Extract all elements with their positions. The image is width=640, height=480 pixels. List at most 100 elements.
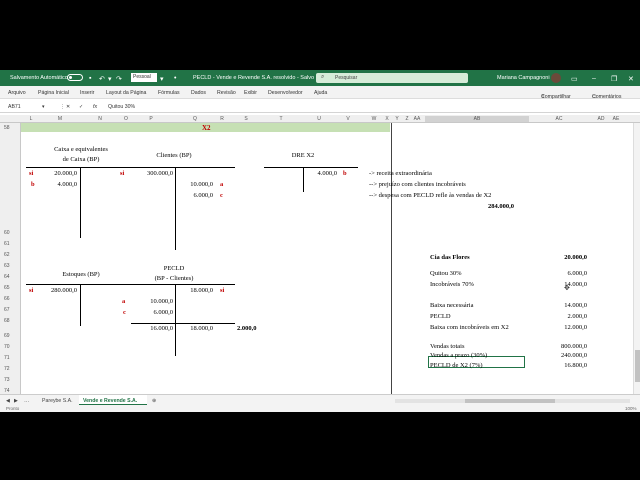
row-header[interactable]: 73 <box>4 377 10 383</box>
row-headers: 58 60 61 62 63 64 65 66 67 68 69 70 71 7… <box>0 123 21 401</box>
pecld-c-value: 6.000,0 <box>153 309 174 316</box>
tab-inserir[interactable]: Inserir <box>80 90 94 96</box>
row-header[interactable]: 61 <box>4 241 10 247</box>
column-header[interactable]: Q <box>190 116 200 122</box>
row-header[interactable]: 66 <box>4 296 10 302</box>
column-header[interactable]: W <box>369 116 379 122</box>
row-header[interactable]: 63 <box>4 263 10 269</box>
save-icon[interactable]: ▪ <box>89 75 91 82</box>
spreadsheet-grid[interactable]: X2 Caixa e equivalentes de Caixa (BP) si… <box>21 123 633 401</box>
tab-prev-icon[interactable]: ◀ <box>6 398 10 404</box>
fx-icon[interactable]: fx <box>93 104 97 110</box>
tab-layout[interactable]: Layout da Página <box>106 90 146 96</box>
user-name[interactable]: Mariana Campagnoni <box>497 75 550 81</box>
search-box[interactable]: ⌕ Pesquisar <box>316 73 468 83</box>
add-sheet-icon[interactable]: ⊕ <box>152 398 156 404</box>
undo-icon[interactable]: ↶ <box>99 75 105 83</box>
row-header[interactable]: 71 <box>4 355 10 361</box>
pecld-t-stem <box>175 284 176 356</box>
note-receita: -> receita extraordinária <box>369 170 432 177</box>
column-header[interactable]: V <box>343 116 353 122</box>
row-header[interactable]: 60 <box>4 230 10 236</box>
tab-revisao[interactable]: Revisão <box>217 90 236 96</box>
row-header[interactable]: 70 <box>4 344 10 350</box>
name-box-dropdown-icon[interactable]: ▾ <box>42 104 45 110</box>
tab-dados[interactable]: Dados <box>191 90 206 96</box>
formula-input[interactable]: Quitou 30% <box>108 104 135 110</box>
note-total: 284.000,0 <box>488 203 514 210</box>
row-header[interactable]: 65 <box>4 285 10 291</box>
dropdown-icon[interactable]: ▾ <box>108 75 112 83</box>
horizontal-scrollbar[interactable] <box>395 399 630 403</box>
clientes-a-mark: a <box>220 181 224 188</box>
column-header[interactable]: AC <box>553 116 565 122</box>
customize-icon[interactable]: ▾ <box>160 75 164 83</box>
vendas-totais-value: 800.000,0 <box>561 343 587 350</box>
row-header[interactable]: 64 <box>4 274 10 280</box>
name-box[interactable]: AB71 <box>8 104 21 110</box>
column-header[interactable]: P <box>146 116 156 122</box>
cia-label: Cia das Flores <box>430 254 470 261</box>
tab-desenvolvedor[interactable]: Desenvolvedor <box>268 90 303 96</box>
tab-arquivo[interactable]: Arquivo <box>8 90 26 96</box>
row-header[interactable]: 58 <box>4 125 10 131</box>
row-header[interactable]: 62 <box>4 252 10 258</box>
cancel-icon[interactable]: ✕ <box>66 104 70 110</box>
column-header[interactable]: R <box>217 116 227 122</box>
qa-more-icon[interactable]: • <box>174 75 176 82</box>
estoques-si-mark: si <box>29 287 34 294</box>
maximize-icon[interactable]: ❐ <box>611 75 617 83</box>
column-header[interactable]: X <box>382 116 392 122</box>
quitou-value: 6.000,0 <box>567 270 588 277</box>
row-header[interactable]: 72 <box>4 366 10 372</box>
tab-next-icon[interactable]: ▶ <box>14 398 18 404</box>
row-header[interactable]: 67 <box>4 307 10 313</box>
style-badge[interactable]: Pessoal <box>131 73 157 82</box>
sheet-tab-pareybe[interactable]: Pareybe S.A. <box>42 398 73 404</box>
ribbon-display-icon[interactable]: ▭ <box>571 75 578 83</box>
pecld-a-mark: a <box>122 298 126 305</box>
column-header[interactable]: AD <box>595 116 607 122</box>
tab-pagina-inicial[interactable]: Página Inicial <box>38 90 69 96</box>
row-header[interactable]: 68 <box>4 318 10 324</box>
avatar[interactable] <box>551 73 561 83</box>
baixa-label: Baixa necessária <box>430 302 474 309</box>
more-icon: ⋮ <box>60 104 66 110</box>
estoques-t-stem <box>80 284 81 326</box>
column-header[interactable]: S <box>241 116 251 122</box>
close-icon[interactable]: ✕ <box>628 75 634 83</box>
row-header[interactable]: 69 <box>4 333 10 339</box>
column-header[interactable]: N <box>95 116 105 122</box>
column-header[interactable]: M <box>55 116 65 122</box>
vertical-scrollbar[interactable] <box>633 123 640 401</box>
zoom-level[interactable]: 100% <box>625 406 637 411</box>
search-placeholder: Pesquisar <box>335 75 358 81</box>
clientes-c-value: 6.000,0 <box>193 192 214 199</box>
mouse-cursor-icon: ✥ <box>564 285 570 292</box>
sheet-tab-vende-revende[interactable]: Vende e Revende S.A. <box>83 398 137 404</box>
clientes-t-top <box>131 167 235 168</box>
minimize-icon[interactable]: – <box>592 75 596 82</box>
pecld-diff: 2.000,0 <box>237 325 257 332</box>
tab-exibir[interactable]: Exibir <box>244 90 257 96</box>
tab-more-icon[interactable]: … <box>24 398 29 404</box>
window-title: PECLD - Vende e Revende S.A. resolvido -… <box>193 75 315 81</box>
column-header[interactable]: AE <box>610 116 622 122</box>
column-header[interactable]: O <box>121 116 131 122</box>
dre-value: 4.000,0 <box>317 170 338 177</box>
column-header-selected[interactable]: AB <box>425 116 529 122</box>
column-header[interactable]: T <box>276 116 286 122</box>
column-header[interactable]: U <box>314 116 324 122</box>
redo-icon[interactable]: ↷ <box>116 75 122 83</box>
note-prejuizo: --> prejuízo com clientes incobráveis <box>369 181 466 188</box>
autosave-toggle[interactable] <box>67 74 83 81</box>
tab-ajuda[interactable]: Ajuda <box>314 90 327 96</box>
column-header[interactable]: Y <box>392 116 402 122</box>
vertical-scroll-thumb[interactable] <box>635 350 640 382</box>
vendas-prazo-value: 240.000,0 <box>561 352 587 359</box>
tab-formulas[interactable]: Fórmulas <box>158 90 180 96</box>
column-header[interactable]: AA <box>411 116 423 122</box>
enter-icon[interactable]: ✓ <box>79 104 83 110</box>
column-header[interactable]: L <box>26 116 36 122</box>
horizontal-scroll-thumb[interactable] <box>465 399 555 403</box>
